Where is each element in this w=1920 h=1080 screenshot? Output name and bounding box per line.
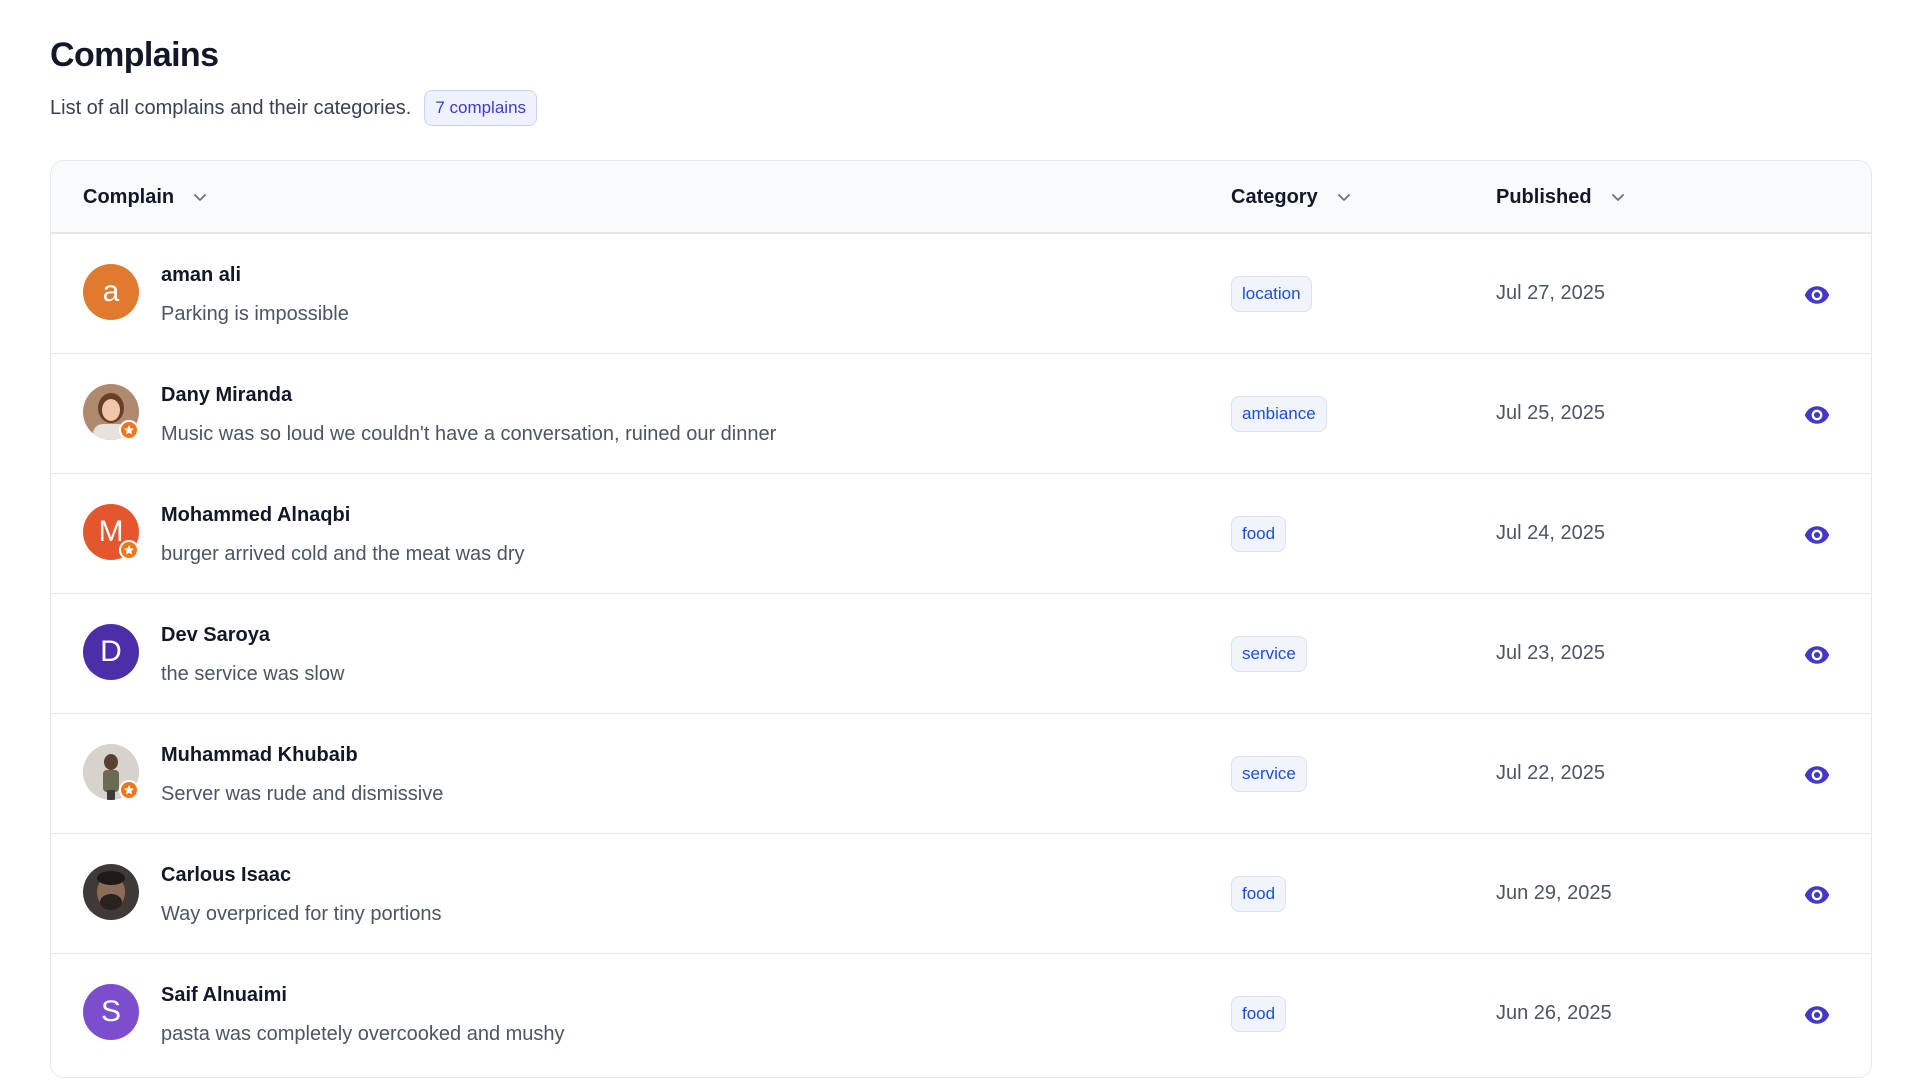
complainer-name: Muhammad Khubaib <box>161 744 358 766</box>
avatar-initial: D <box>100 635 122 668</box>
avatar-photo <box>83 864 139 920</box>
star-icon <box>119 420 139 440</box>
page-title: Complains <box>50 36 219 74</box>
avatar <box>83 864 139 920</box>
complains-page: Complains List of all complains and thei… <box>0 0 1920 1080</box>
complainer-name: Saif Alnuaimi <box>161 984 287 1006</box>
complaint-text: the service was slow <box>161 663 345 685</box>
table-row[interactable]: D Dev Saroya the service was slow service Ju… <box>51 594 1871 714</box>
published-date: Jul 25, 2025 <box>1496 402 1605 424</box>
view-button[interactable] <box>1803 761 1831 789</box>
complaint-text: Server was rude and dismissive <box>161 783 444 805</box>
chevron-down-icon[interactable] <box>1610 189 1626 205</box>
eye-icon[interactable] <box>1803 1001 1831 1029</box>
published-date: Jun 29, 2025 <box>1496 882 1612 904</box>
eye-icon[interactable] <box>1803 401 1831 429</box>
chevron-down-icon[interactable] <box>192 189 208 205</box>
avatar <box>83 744 139 800</box>
published-date: Jul 24, 2025 <box>1496 522 1605 544</box>
avatar: M <box>83 504 139 560</box>
column-header-label: Complain <box>83 185 175 208</box>
category-badge: service <box>1231 636 1307 672</box>
published-date: Jun 26, 2025 <box>1496 1002 1612 1024</box>
eye-icon[interactable] <box>1803 521 1831 549</box>
complainer-name: aman ali <box>161 264 242 286</box>
view-button[interactable] <box>1803 401 1831 429</box>
table-header: Complain Category Published <box>51 161 1871 234</box>
complaint-text: Parking is impossible <box>161 303 349 325</box>
eye-icon[interactable] <box>1803 641 1831 669</box>
table-row[interactable]: Muhammad Khubaib Server was rude and dism… <box>51 714 1871 834</box>
view-button[interactable] <box>1803 641 1831 669</box>
star-icon <box>119 540 139 560</box>
published-date: Jul 22, 2025 <box>1496 762 1605 784</box>
complaint-text: burger arrived cold and the meat was dry <box>161 543 525 565</box>
complainer-name: Dany Miranda <box>161 384 293 406</box>
category-badge: ambiance <box>1231 396 1327 432</box>
view-button[interactable] <box>1803 1001 1831 1029</box>
category-badge: location <box>1231 276 1312 312</box>
view-button[interactable] <box>1803 881 1831 909</box>
category-badge: food <box>1231 996 1287 1032</box>
complainer-name: Carlous Isaac <box>161 864 292 886</box>
complaint-text: Music was so loud we couldn't have a con… <box>161 423 777 445</box>
eye-icon[interactable] <box>1803 761 1831 789</box>
eye-icon[interactable] <box>1803 281 1831 309</box>
view-button[interactable] <box>1803 281 1831 309</box>
complaint-text: Way overpriced for tiny portions <box>161 903 442 925</box>
table-row[interactable]: a aman ali Parking is impossible location Ju… <box>51 234 1871 354</box>
category-badge: food <box>1231 516 1287 552</box>
chevron-down-icon[interactable] <box>1336 189 1352 205</box>
view-button[interactable] <box>1803 521 1831 549</box>
page-subtitle: List of all complains and their categori… <box>50 96 412 119</box>
avatar-initial: S <box>100 995 121 1028</box>
column-header-complain[interactable]: Complain <box>83 161 208 233</box>
complaint-text: pasta was completely overcooked and mush… <box>161 1023 565 1045</box>
star-icon <box>119 780 139 800</box>
complainer-name: Mohammed Alnaqbi <box>161 504 351 526</box>
published-date: Jul 23, 2025 <box>1496 642 1605 664</box>
avatar <box>83 384 139 440</box>
table-row[interactable]: Dany Miranda Music was so loud we couldn'… <box>51 354 1871 474</box>
column-header-label: Published <box>1496 185 1592 208</box>
avatar-initial: a <box>102 275 120 308</box>
avatar: a <box>83 264 139 320</box>
table-row[interactable]: S Saif Alnuaimi pasta was completely overc… <box>51 954 1871 1074</box>
table-row[interactable]: M Mohammed Alnaqbi burger arrived cold and… <box>51 474 1871 594</box>
eye-icon[interactable] <box>1803 881 1831 909</box>
subtitle-row: List of all complains and their categori… <box>50 90 538 126</box>
column-header-category[interactable]: Category <box>1231 161 1352 233</box>
table-row[interactable]: Carlous Isaac Way overpriced for tiny por… <box>51 834 1871 954</box>
category-badge: food <box>1231 876 1287 912</box>
published-date: Jul 27, 2025 <box>1496 282 1605 304</box>
column-header-published[interactable]: Published <box>1496 161 1626 233</box>
category-badge: service <box>1231 756 1307 792</box>
complains-count-badge: 7 complains <box>424 90 538 126</box>
avatar: S <box>83 984 139 1040</box>
complainer-name: Dev Saroya <box>161 624 270 646</box>
complains-table: Complain Category Published a aman ali Par… <box>50 160 1872 1078</box>
avatar: D <box>83 624 139 680</box>
column-header-label: Category <box>1231 185 1318 208</box>
